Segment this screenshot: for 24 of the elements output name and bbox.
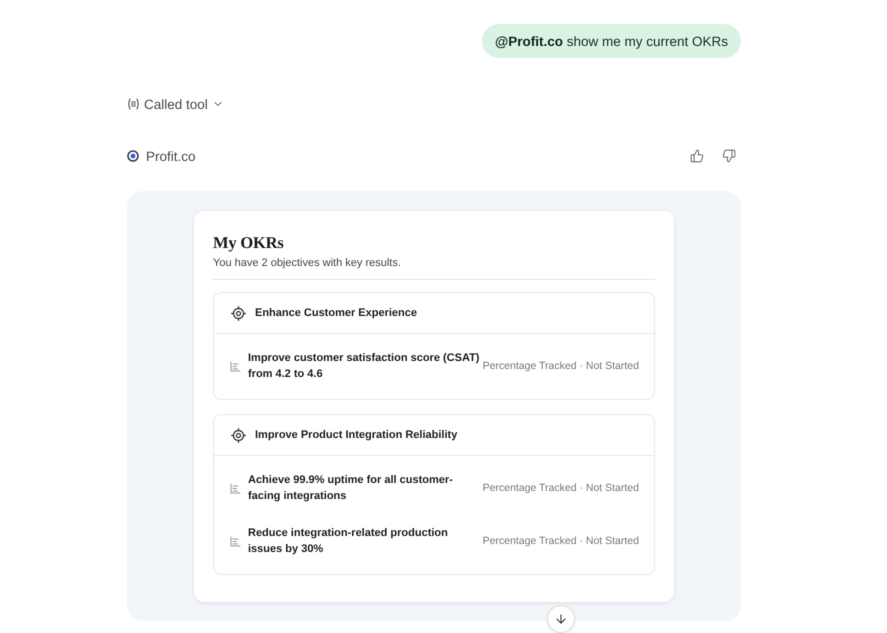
ring-dot-icon [127,150,139,162]
card-subtitle: You have 2 objectives with key results. [213,256,402,270]
called-tool-toggle[interactable]: Called tool [127,95,224,113]
arrow-down-icon [554,612,568,626]
key-result-status: Percentage Tracked · Not Started [482,482,639,494]
crosshair-icon [231,306,246,320]
key-result-status: Percentage Tracked · Not Started [482,535,639,547]
bars-icon [230,360,241,372]
thumbs-down-icon [722,149,736,163]
bars-icon [230,482,241,494]
scroll-down-button[interactable] [547,605,575,633]
objective-title: Enhance Customer Experience [255,307,418,319]
user-message: @Profit.co show me my current OKRs [482,24,741,58]
crosshair-icon [231,428,246,442]
thumbs-up-icon [690,149,704,163]
key-result-title: Improve customer satisfaction score (CSAT) from 4.2 to 4.6 [248,351,480,382]
key-result-status: Percentage Tracked · Not Started [482,360,639,372]
assistant-name: Profit.co [146,148,196,164]
key-result-title: Reduce integration-related production issues by 30% [248,526,449,557]
bars-icon [230,536,241,546]
key-result-title: Achieve 99.9% uptime for all customer-facing integrations [248,473,454,504]
objective-title: Improve Product Integration Reliability [255,429,458,441]
card-title: My OKRs [213,233,285,253]
brackets-icon [127,98,140,110]
